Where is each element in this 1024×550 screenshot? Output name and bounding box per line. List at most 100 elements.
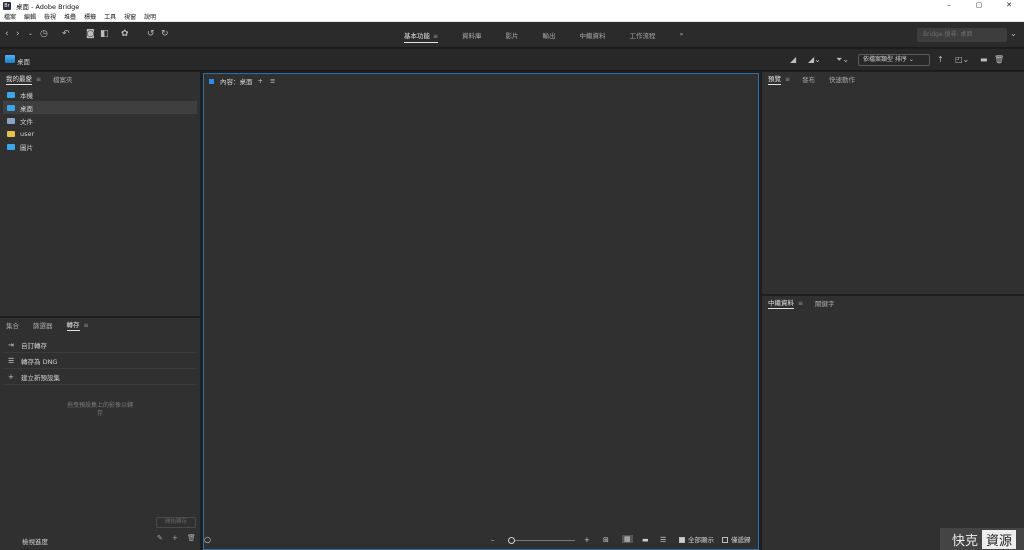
zoom-out-icon[interactable]: –	[491, 536, 495, 544]
maximize-button[interactable]: ▢	[964, 0, 994, 11]
checkbox-checked-icon	[679, 537, 685, 543]
menu-view[interactable]: 檢視	[44, 12, 56, 21]
content-title: 內容：桌面	[220, 78, 253, 86]
list-view-icon[interactable]: ☰	[660, 536, 666, 544]
menu-window[interactable]: 視窗	[124, 12, 136, 21]
favorite-documents[interactable]: 文件	[3, 114, 197, 127]
panel-indicator-icon	[209, 78, 214, 84]
start-export-button[interactable]: 開始轉存	[156, 517, 196, 528]
thumbnail-quality-icon[interactable]: ◢⌄	[808, 55, 821, 64]
open-in-camera-raw-icon[interactable]: ✿	[121, 29, 129, 39]
recursive-checkbox[interactable]: 僅遞歸	[722, 536, 751, 544]
dropdown-icon[interactable]: ⌄	[28, 29, 33, 39]
recent-icon[interactable]: ◷	[40, 29, 48, 39]
folder-icon	[7, 130, 15, 137]
tab-publish[interactable]: 發布	[802, 74, 815, 85]
preview-tabs: 預覽 ≡ 發布 快速動作	[762, 72, 869, 86]
favorites-tabs: 我的最愛 ≡ 檔案夾	[0, 72, 87, 86]
content-panel[interactable]: 內容：桌面 + ≡	[203, 73, 759, 550]
desktop-icon	[7, 104, 15, 111]
tab-quick-actions[interactable]: 快速動作	[829, 74, 855, 85]
show-all-checkbox[interactable]: 全部顯示	[679, 536, 714, 544]
sort-direction-icon[interactable]: ↑	[937, 55, 944, 64]
path-bar: 桌面 ◢ ◢⌄ ⏷⌄ 依檔案類型 排序 ⌄ ↑ ◰⌄ ▬ 🗑	[0, 49, 1024, 71]
menu-help[interactable]: 說明	[144, 12, 156, 21]
panel-menu-icon[interactable]: ≡	[84, 322, 89, 329]
edit-icon[interactable]: ✎	[157, 534, 163, 542]
tab-filter[interactable]: 篩選器	[33, 320, 53, 331]
export-dng-item[interactable]: ☰ 轉存為 DNG	[3, 353, 197, 369]
grid-lock-icon[interactable]: ⊞	[603, 536, 609, 544]
workspace-essentials[interactable]: 基本功能 ≡	[404, 30, 439, 43]
workspace-menu-icon[interactable]: ≡	[433, 33, 438, 40]
camera-icon[interactable]: ◙	[86, 29, 95, 39]
content-header: 內容：桌面 + ≡	[209, 76, 275, 86]
tab-metadata[interactable]: 中繼資料	[768, 297, 794, 309]
workspace-output[interactable]: 輸出	[543, 30, 556, 43]
new-preset-item[interactable]: + 建立新預設集	[3, 369, 197, 385]
tab-collections[interactable]: 集合	[6, 320, 19, 331]
tab-preview[interactable]: 預覽	[768, 73, 781, 85]
panel-menu-icon[interactable]: ≡	[36, 76, 41, 83]
minimize-button[interactable]: –	[934, 0, 964, 11]
tab-export[interactable]: 轉存	[66, 319, 80, 331]
favorite-user[interactable]: user	[3, 127, 197, 140]
forward-icon[interactable]: ›	[16, 29, 20, 39]
panel-menu-icon[interactable]: ≡	[785, 76, 790, 83]
slider-handle[interactable]	[508, 537, 515, 544]
zoom-in-icon[interactable]: +	[584, 536, 590, 544]
export-icon: ⇥	[8, 340, 14, 349]
menu-label[interactable]: 標籤	[84, 12, 96, 21]
favorite-this-pc[interactable]: 本機	[3, 88, 197, 101]
tab-favorites[interactable]: 我的最愛	[6, 73, 32, 85]
add-tab-icon[interactable]: +	[258, 77, 263, 85]
view-progress-label[interactable]: 檢視進度	[22, 536, 48, 546]
open-recent-icon[interactable]: ◰⌄	[955, 55, 969, 64]
refine-icon[interactable]: ◧	[100, 29, 109, 39]
quality-icon[interactable]: ◢	[790, 55, 796, 64]
favorite-desktop[interactable]: 桌面	[3, 101, 197, 114]
thumbnail-view-icon[interactable]: ▦	[622, 535, 633, 543]
favorite-pictures[interactable]: 圖片	[3, 140, 197, 153]
workspace-library[interactable]: 資料庫	[462, 30, 482, 43]
sort-dropdown[interactable]: 依檔案類型 排序 ⌄	[858, 54, 930, 66]
breadcrumb[interactable]: 桌面	[17, 56, 30, 66]
trash-icon[interactable]: 🗑	[994, 55, 1004, 64]
add-icon[interactable]: +	[172, 534, 178, 542]
menu-file[interactable]: 檔案	[4, 12, 16, 21]
export-preset-list: ⇥ 自訂轉存 ☰ 轉存為 DNG + 建立新預設集	[3, 337, 197, 385]
workspace-more[interactable]: »	[680, 30, 684, 43]
search-dropdown-icon[interactable]: ⌄	[1010, 29, 1017, 38]
new-folder-icon[interactable]: ▬	[980, 55, 988, 64]
back-icon[interactable]: ‹	[5, 29, 9, 39]
details-view-icon[interactable]: ▬	[642, 536, 649, 544]
computer-icon	[7, 91, 15, 98]
delete-icon[interactable]: 🗑	[187, 534, 196, 542]
menu-tools[interactable]: 工具	[104, 12, 116, 21]
desktop-icon	[5, 55, 15, 63]
bridge-app-icon: Br	[3, 1, 11, 10]
workspace-tabs: 基本功能 ≡ 資料庫 影片 輸出 中繼資料 工作流程 »	[404, 30, 708, 43]
workspace-workflow[interactable]: 工作流程	[630, 30, 656, 43]
filter-icon[interactable]: ⏷⌄	[836, 55, 849, 64]
menu-stack[interactable]: 堆疊	[64, 12, 76, 21]
rotate-right-icon[interactable]: ↻	[161, 29, 169, 39]
close-button[interactable]: ✕	[994, 0, 1024, 11]
panel-menu-icon[interactable]: ≡	[270, 77, 275, 85]
drag-hint: 拖曳預設集上的影像以轉存	[66, 402, 133, 417]
workspace-metadata[interactable]: 中繼資料	[580, 30, 606, 43]
tab-keywords[interactable]: 關鍵字	[815, 298, 835, 309]
workspace-film[interactable]: 影片	[506, 30, 519, 43]
search-input[interactable]: Bridge 搜尋: 桌面	[917, 28, 1007, 42]
thumbnail-size-slider[interactable]	[515, 540, 575, 541]
pictures-icon	[7, 143, 15, 150]
tab-folders[interactable]: 檔案夾	[53, 74, 73, 85]
checkbox-unchecked-icon	[722, 537, 728, 543]
rotate-left-icon[interactable]: ↺	[147, 29, 155, 39]
return-icon[interactable]: ↶	[62, 29, 70, 39]
custom-export-item[interactable]: ⇥ 自訂轉存	[3, 337, 197, 353]
loading-indicator-icon: ○	[204, 535, 211, 544]
panel-menu-icon[interactable]: ≡	[798, 300, 803, 307]
watermark-logo: 快克 資源	[940, 528, 1024, 550]
menu-edit[interactable]: 編輯	[24, 12, 36, 21]
